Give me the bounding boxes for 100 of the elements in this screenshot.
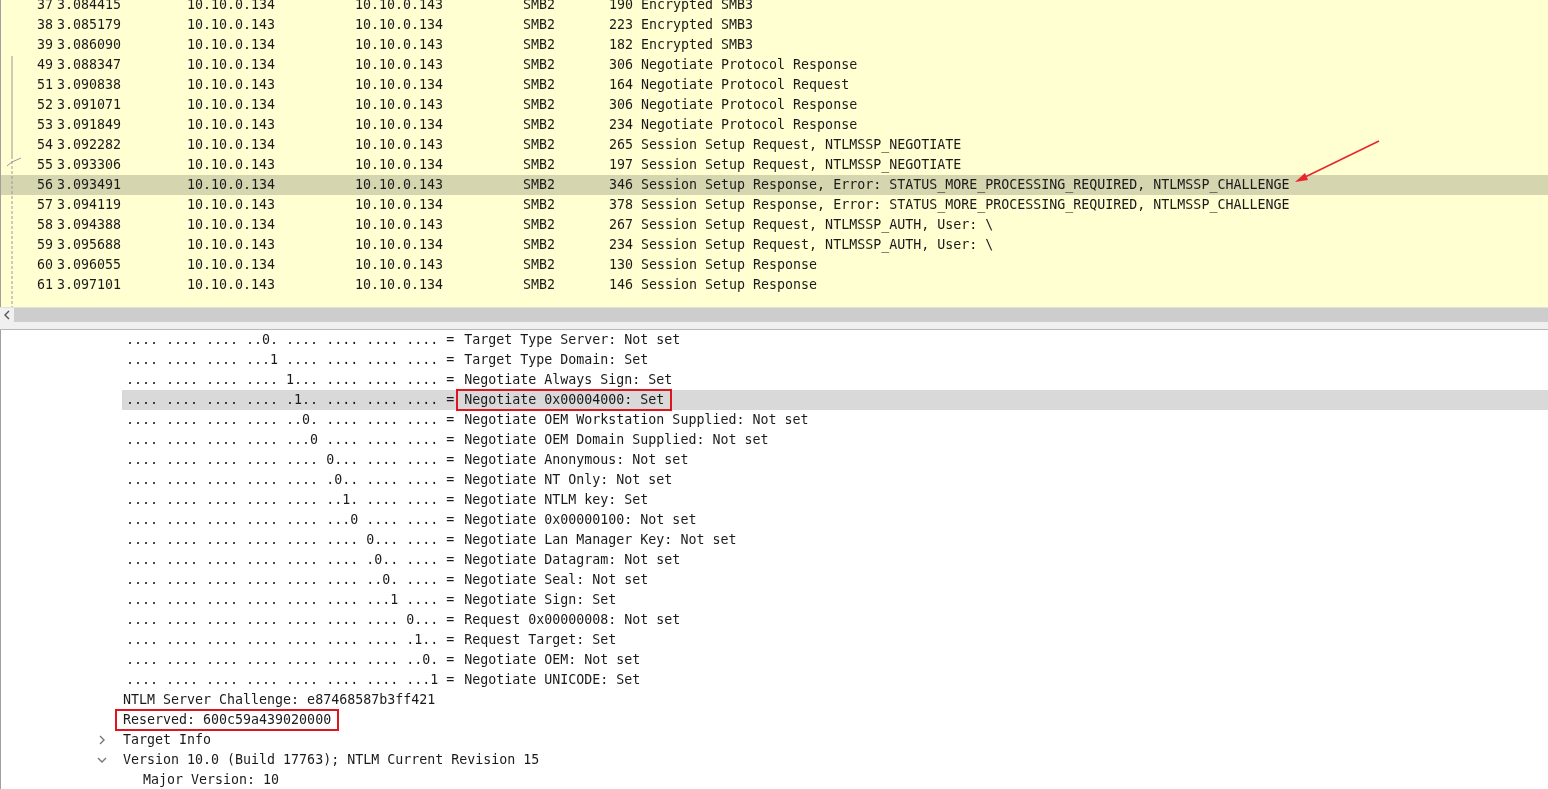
flag-field: Negotiate 0x00004000: Set: [456, 389, 673, 411]
detail-line[interactable]: .... .... .... .... .... .... .0.. .... = Negotiate Datagram: Not set: [122, 550, 1548, 570]
packet-row[interactable]: 57 3.094119 10.10.0.143 10.10.0.134 SMB2 378 Session Setup Response, Error: STATUS_MORE_PROCESSING_REQUIRED, NTLMSSP_CHALLENGE: [1, 195, 1548, 215]
bit-mask: .... .... .... ...1 .... .... .... .... =: [125, 351, 455, 369]
detail-line[interactable]: .... .... .... .... .... .... .... .1.. = Request Target: Set: [122, 630, 1548, 650]
packet-row[interactable]: 59 3.095688 10.10.0.143 10.10.0.134 SMB2 234 Session Setup Request, NTLMSSP_AUTH, User: \: [1, 235, 1548, 255]
detail-line[interactable]: Major Version: 10: [117, 770, 1548, 789]
source-address: 10.10.0.134: [187, 36, 277, 54]
detail-line[interactable]: .... .... .... .... ...0 .... .... .... = Negotiate OEM Domain Supplied: Not set: [122, 430, 1548, 450]
packet-row[interactable]: 38 3.085179 10.10.0.143 10.10.0.134 SMB2 223 Encrypted SMB3: [1, 15, 1548, 35]
packet-row[interactable]: 58 3.094388 10.10.0.134 10.10.0.143 SMB2 267 Session Setup Request, NTLMSSP_AUTH, User: \: [1, 215, 1548, 235]
packet-row[interactable]: 52 3.091071 10.10.0.134 10.10.0.143 SMB2 306 Negotiate Protocol Response: [1, 95, 1548, 115]
packet-length: 267: [607, 216, 633, 234]
packet-row[interactable]: 53 3.091849 10.10.0.143 10.10.0.134 SMB2 234 Negotiate Protocol Response: [1, 115, 1548, 135]
detail-line[interactable]: .... .... .... .... .... 0... .... .... = Negotiate Anonymous: Not set: [122, 450, 1548, 470]
detail-line[interactable]: .... .... .... .... .... .... ...1 .... = Negotiate Sign: Set: [122, 590, 1548, 610]
packet-info: Session Setup Response: [640, 256, 819, 274]
bit-mask: .... .... .... .... .... 0... .... .... =: [125, 451, 455, 469]
protocol: SMB2: [523, 176, 557, 194]
packet-length: 346: [607, 176, 633, 194]
detail-line[interactable]: .... .... .... .... ..0. .... .... .... = Negotiate OEM Workstation Supplied: Not set: [122, 410, 1548, 430]
packet-length: 182: [607, 36, 633, 54]
packet-row[interactable]: 56 3.093491 10.10.0.134 10.10.0.143 SMB2 346 Session Setup Response, Error: STATUS_MORE_PROCESSING_REQUIRED, NTLMSSP_CHALLENGE: [1, 175, 1548, 195]
detail-line[interactable]: Target Info: [97, 730, 1548, 750]
packet-info: Negotiate Protocol Response: [640, 116, 859, 134]
destination-address: 10.10.0.134: [355, 236, 445, 254]
source-address: 10.10.0.143: [187, 156, 277, 174]
packet-number: 58: [36, 216, 53, 234]
bit-mask: .... .... .... .... .... .... .... 0... =: [125, 611, 455, 629]
bit-mask: .... .... .... .... ..0. .... .... .... =: [125, 411, 455, 429]
protocol: SMB2: [523, 276, 557, 294]
protocol: SMB2: [523, 76, 557, 94]
protocol: SMB2: [523, 36, 557, 54]
bit-mask: .... .... .... .... 1... .... .... .... =: [125, 371, 455, 389]
packet-row[interactable]: 51 3.090838 10.10.0.143 10.10.0.134 SMB2 164 Negotiate Protocol Request: [1, 75, 1548, 95]
packet-number: 56: [36, 176, 53, 194]
flag-field: Negotiate Always Sign: Set: [456, 369, 681, 391]
flag-field: Negotiate Anonymous: Not set: [456, 449, 697, 471]
packet-number: 61: [36, 276, 53, 294]
packet-row[interactable]: 49 3.088347 10.10.0.134 10.10.0.143 SMB2 306 Negotiate Protocol Response: [1, 55, 1548, 75]
source-address: 10.10.0.134: [187, 216, 277, 234]
chevron-right-icon[interactable]: [97, 735, 107, 745]
packet-number: 38: [36, 16, 53, 34]
packet-row[interactable]: 60 3.096055 10.10.0.134 10.10.0.143 SMB2 130 Session Setup Response: [1, 255, 1548, 275]
bit-mask: .... .... .... .... .... .... .... ..0. =: [125, 651, 455, 669]
detail-line[interactable]: .... .... .... ..0. .... .... .... .... = Target Type Server: Not set: [122, 330, 1548, 350]
detail-line[interactable]: Reserved: 600c59a439020000: [97, 710, 1548, 730]
detail-line[interactable]: .... .... .... .... .... .0.. .... .... = Negotiate NT Only: Not set: [122, 470, 1548, 490]
destination-address: 10.10.0.134: [355, 76, 445, 94]
flag-field: Request Target: Set: [456, 629, 625, 651]
detail-line[interactable]: .... .... .... .... .... .... 0... .... = Negotiate Lan Manager Key: Not set: [122, 530, 1548, 550]
source-address: 10.10.0.134: [187, 136, 277, 154]
destination-address: 10.10.0.143: [355, 36, 445, 54]
packet-length: 197: [607, 156, 633, 174]
packet-info: Session Setup Request, NTLMSSP_NEGOTIATE: [640, 156, 963, 175]
source-address: 10.10.0.134: [187, 256, 277, 274]
packet-time: 3.090838: [56, 76, 123, 94]
flag-field: Negotiate OEM: Not set: [456, 649, 649, 671]
packet-number: 52: [36, 96, 53, 114]
detail-line[interactable]: .... .... .... .... .... ...0 .... .... = Negotiate 0x00000100: Not set: [122, 510, 1548, 530]
detail-line[interactable]: .... .... .... .... .... ..1. .... .... = Negotiate NTLM key: Set: [122, 490, 1548, 510]
bit-mask: .... .... .... ..0. .... .... .... .... =: [125, 331, 455, 349]
packet-number: 54: [36, 136, 53, 154]
detail-line[interactable]: .... .... .... .... 1... .... .... .... = Negotiate Always Sign: Set: [122, 370, 1548, 390]
flag-field: Negotiate OEM Workstation Supplied: Not set: [456, 409, 817, 431]
packet-length: 306: [607, 56, 633, 74]
packet-length: 130: [607, 256, 633, 274]
packet-row[interactable]: 55 3.093306 10.10.0.143 10.10.0.134 SMB2 197 Session Setup Request, NTLMSSP_NEGOTIATE: [1, 155, 1548, 175]
flag-field: Negotiate Sign: Set: [456, 589, 625, 611]
packet-length: 164: [607, 76, 633, 94]
horizontal-scrollbar[interactable]: [0, 307, 1548, 322]
source-address: 10.10.0.134: [187, 56, 277, 74]
packet-number: 53: [36, 116, 53, 134]
packet-row[interactable]: 39 3.086090 10.10.0.134 10.10.0.143 SMB2 182 Encrypted SMB3: [1, 35, 1548, 55]
destination-address: 10.10.0.134: [355, 156, 445, 174]
packet-info: Session Setup Request, NTLMSSP_NEGOTIATE: [640, 136, 963, 155]
packet-time: 3.084415: [56, 0, 123, 14]
source-address: 10.10.0.134: [187, 0, 277, 14]
packet-number: 39: [36, 36, 53, 54]
source-address: 10.10.0.143: [187, 116, 277, 134]
chevron-down-icon[interactable]: [97, 755, 107, 765]
detail-line[interactable]: .... .... .... ...1 .... .... .... .... = Target Type Domain: Set: [122, 350, 1548, 370]
detail-line[interactable]: .... .... .... .... .... .... .... ...1 = Negotiate UNICODE: Set: [122, 670, 1548, 690]
packet-time: 3.091071: [56, 96, 123, 114]
detail-line[interactable]: Version 10.0 (Build 17763); NTLM Current Revision 15: [97, 750, 1548, 770]
packet-length: 190: [607, 0, 633, 14]
detail-line[interactable]: .... .... .... .... .... .... .... 0... = Request 0x00000008: Not set: [122, 610, 1548, 630]
protocol: SMB2: [523, 216, 557, 234]
bit-mask: .... .... .... .... .... ..1. .... .... =: [125, 491, 455, 509]
packet-row[interactable]: 54 3.092282 10.10.0.134 10.10.0.143 SMB2 265 Session Setup Request, NTLMSSP_NEGOTIATE: [1, 135, 1548, 155]
detail-line[interactable]: .... .... .... .... .... .... ..0. .... = Negotiate Seal: Not set: [122, 570, 1548, 590]
packet-row[interactable]: 61 3.097101 10.10.0.143 10.10.0.134 SMB2 146 Session Setup Response: [1, 275, 1548, 295]
packet-length: 378: [607, 196, 633, 214]
source-address: 10.10.0.143: [187, 196, 277, 214]
scroll-left-icon[interactable]: [3, 310, 11, 320]
detail-line[interactable]: NTLM Server Challenge: e87468587b3ff421: [97, 690, 1548, 710]
flag-field: Negotiate UNICODE: Set: [456, 669, 649, 691]
packet-time: 3.093491: [56, 176, 123, 194]
packet-time: 3.094388: [56, 216, 123, 234]
detail-line[interactable]: .... .... .... .... .... .... .... ..0. = Negotiate OEM: Not set: [122, 650, 1548, 670]
